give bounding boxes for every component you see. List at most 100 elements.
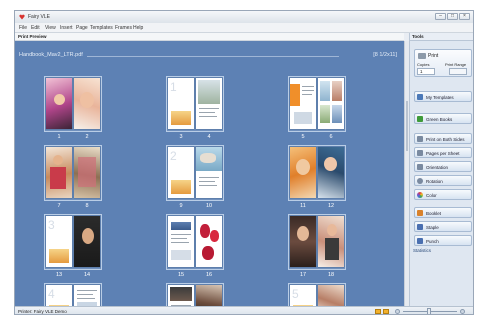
zoom-slider-thumb[interactable] bbox=[427, 308, 431, 314]
page-number-14: 14 bbox=[83, 272, 91, 278]
title-bar: Fairy VLE – □ × bbox=[15, 11, 473, 23]
page-thumbnail-22[interactable] bbox=[196, 285, 222, 306]
preview-canvas[interactable]: Handbook_Mav2_LTR.pdf [8 1/2x11] 1 2 1 3 bbox=[15, 41, 404, 306]
tools-title: Tools bbox=[412, 34, 424, 39]
zoom-in-icon[interactable] bbox=[460, 309, 465, 314]
menu-frames[interactable]: Frames bbox=[115, 25, 132, 31]
duplex-icon bbox=[417, 136, 423, 142]
view-grid-icon[interactable] bbox=[383, 309, 389, 314]
page-number-9: 9 bbox=[179, 203, 183, 209]
page-number-10: 10 bbox=[205, 203, 213, 209]
page-thumbnail-3[interactable]: 1 bbox=[168, 78, 194, 129]
page-number-8: 8 bbox=[85, 203, 89, 209]
page-thumbnail-5[interactable] bbox=[290, 78, 316, 129]
page-thumbnail-19[interactable]: 4 bbox=[46, 285, 72, 306]
document-name[interactable]: Handbook_Mav2_LTR.pdf bbox=[19, 52, 83, 58]
page-number-3: 3 bbox=[179, 134, 183, 140]
statistics-label[interactable]: Statistics bbox=[413, 248, 431, 253]
orientation-icon bbox=[417, 164, 423, 170]
page-thumbnail-10[interactable] bbox=[196, 147, 222, 198]
color-wheel-icon bbox=[417, 192, 423, 198]
copies-input[interactable]: 1 bbox=[417, 68, 435, 75]
print-range-label: Print Range bbox=[445, 62, 467, 67]
view-single-icon[interactable] bbox=[375, 309, 381, 314]
print-range-select[interactable] bbox=[449, 68, 467, 75]
page-number-6: 6 bbox=[329, 134, 333, 140]
templates-icon bbox=[417, 94, 423, 100]
page-thumbnail-2[interactable] bbox=[74, 78, 100, 129]
zoom-out-icon[interactable] bbox=[395, 309, 400, 314]
page-number-16: 16 bbox=[205, 272, 213, 278]
page-number-15: 15 bbox=[177, 272, 185, 278]
green-books-icon bbox=[417, 116, 423, 122]
page-thumbnail-18[interactable] bbox=[318, 216, 344, 267]
my-templates-button[interactable]: My Templates bbox=[414, 91, 472, 102]
page-number-2: 2 bbox=[85, 134, 89, 140]
page-thumbnail-15[interactable] bbox=[168, 216, 194, 267]
tools-panel: Tools Print Copies Print Range 1 My Temp… bbox=[409, 33, 473, 306]
document-divider bbox=[87, 56, 339, 57]
punch-button[interactable]: Punch bbox=[414, 235, 472, 246]
page-thumbnail-9[interactable]: 2 bbox=[168, 147, 194, 198]
page-thumbnail-13[interactable]: 3 bbox=[46, 216, 72, 267]
page-number-5: 5 bbox=[301, 134, 305, 140]
booklet-icon bbox=[417, 210, 423, 216]
page-thumbnail-16[interactable] bbox=[196, 216, 222, 267]
print-box: Print Copies Print Range 1 bbox=[414, 49, 472, 77]
menu-bar: File Edit View Insert Page Templates Fra… bbox=[15, 23, 473, 33]
page-number-12: 12 bbox=[327, 203, 335, 209]
printer-icon[interactable] bbox=[418, 53, 426, 59]
close-button[interactable]: × bbox=[459, 13, 470, 20]
punch-icon bbox=[417, 238, 423, 244]
page-thumbnail-24[interactable] bbox=[318, 285, 344, 306]
page-thumbnail-4[interactable] bbox=[196, 78, 222, 129]
page-number-7: 7 bbox=[57, 203, 61, 209]
rotation-button[interactable]: Rotation bbox=[414, 175, 472, 186]
menu-page[interactable]: Page bbox=[76, 25, 88, 31]
app-window: Fairy VLE – □ × File Edit View Insert Pa… bbox=[14, 10, 474, 315]
rotation-icon bbox=[417, 178, 423, 184]
menu-edit[interactable]: Edit bbox=[31, 25, 40, 31]
maximize-button[interactable]: □ bbox=[447, 13, 458, 20]
print-preview-header: Print Preview bbox=[15, 33, 404, 41]
scrollbar-thumb[interactable] bbox=[406, 101, 408, 151]
menu-insert[interactable]: Insert bbox=[60, 25, 73, 31]
page-size-label: [8 1/2x11] bbox=[373, 52, 397, 58]
page-thumbnail-17[interactable] bbox=[290, 216, 316, 267]
menu-help[interactable]: Help bbox=[133, 25, 143, 31]
page-thumbnail-11[interactable] bbox=[290, 147, 316, 198]
page-number-1: 1 bbox=[57, 134, 61, 140]
page-thumbnail-20[interactable] bbox=[74, 285, 100, 306]
page-number-11: 11 bbox=[300, 203, 306, 209]
page-thumbnail-1[interactable] bbox=[46, 78, 72, 129]
print-button[interactable]: Print bbox=[428, 53, 438, 59]
color-button[interactable]: Color bbox=[414, 189, 472, 200]
page-number-4: 4 bbox=[207, 134, 211, 140]
page-thumbnail-6[interactable] bbox=[318, 78, 344, 129]
pages-per-sheet-button[interactable]: Pages per Sheet bbox=[414, 147, 472, 158]
copies-label: Copies bbox=[417, 62, 430, 67]
staple-icon bbox=[417, 224, 423, 230]
page-thumbnail-12[interactable] bbox=[318, 147, 344, 198]
staple-button[interactable]: Staple bbox=[414, 221, 472, 232]
minimize-button[interactable]: – bbox=[435, 13, 446, 20]
page-thumbnail-21[interactable] bbox=[168, 285, 194, 306]
page-thumbnail-14[interactable] bbox=[74, 216, 100, 267]
window-title: Fairy VLE bbox=[28, 14, 50, 20]
app-logo-icon bbox=[19, 14, 25, 20]
page-thumbnail-23[interactable]: 5 bbox=[290, 285, 316, 306]
orientation-button[interactable]: Orientation bbox=[414, 161, 472, 172]
page-thumbnail-7[interactable] bbox=[46, 147, 72, 198]
page-thumbnail-8[interactable] bbox=[74, 147, 100, 198]
green-books-button[interactable]: Green Books bbox=[414, 113, 472, 124]
menu-templates[interactable]: Templates bbox=[90, 25, 113, 31]
page-number-18: 18 bbox=[327, 272, 335, 278]
menu-file[interactable]: File bbox=[19, 25, 27, 31]
menu-view[interactable]: View bbox=[45, 25, 56, 31]
document-bar: Handbook_Mav2_LTR.pdf [8 1/2x11] bbox=[19, 52, 399, 61]
pages-per-sheet-icon bbox=[417, 150, 423, 156]
tools-header: Tools bbox=[410, 33, 473, 41]
section-label: Print Preview bbox=[18, 34, 47, 39]
booklet-button[interactable]: Booklet bbox=[414, 207, 472, 218]
print-both-sides-button[interactable]: Print on Both Sides bbox=[414, 133, 472, 144]
